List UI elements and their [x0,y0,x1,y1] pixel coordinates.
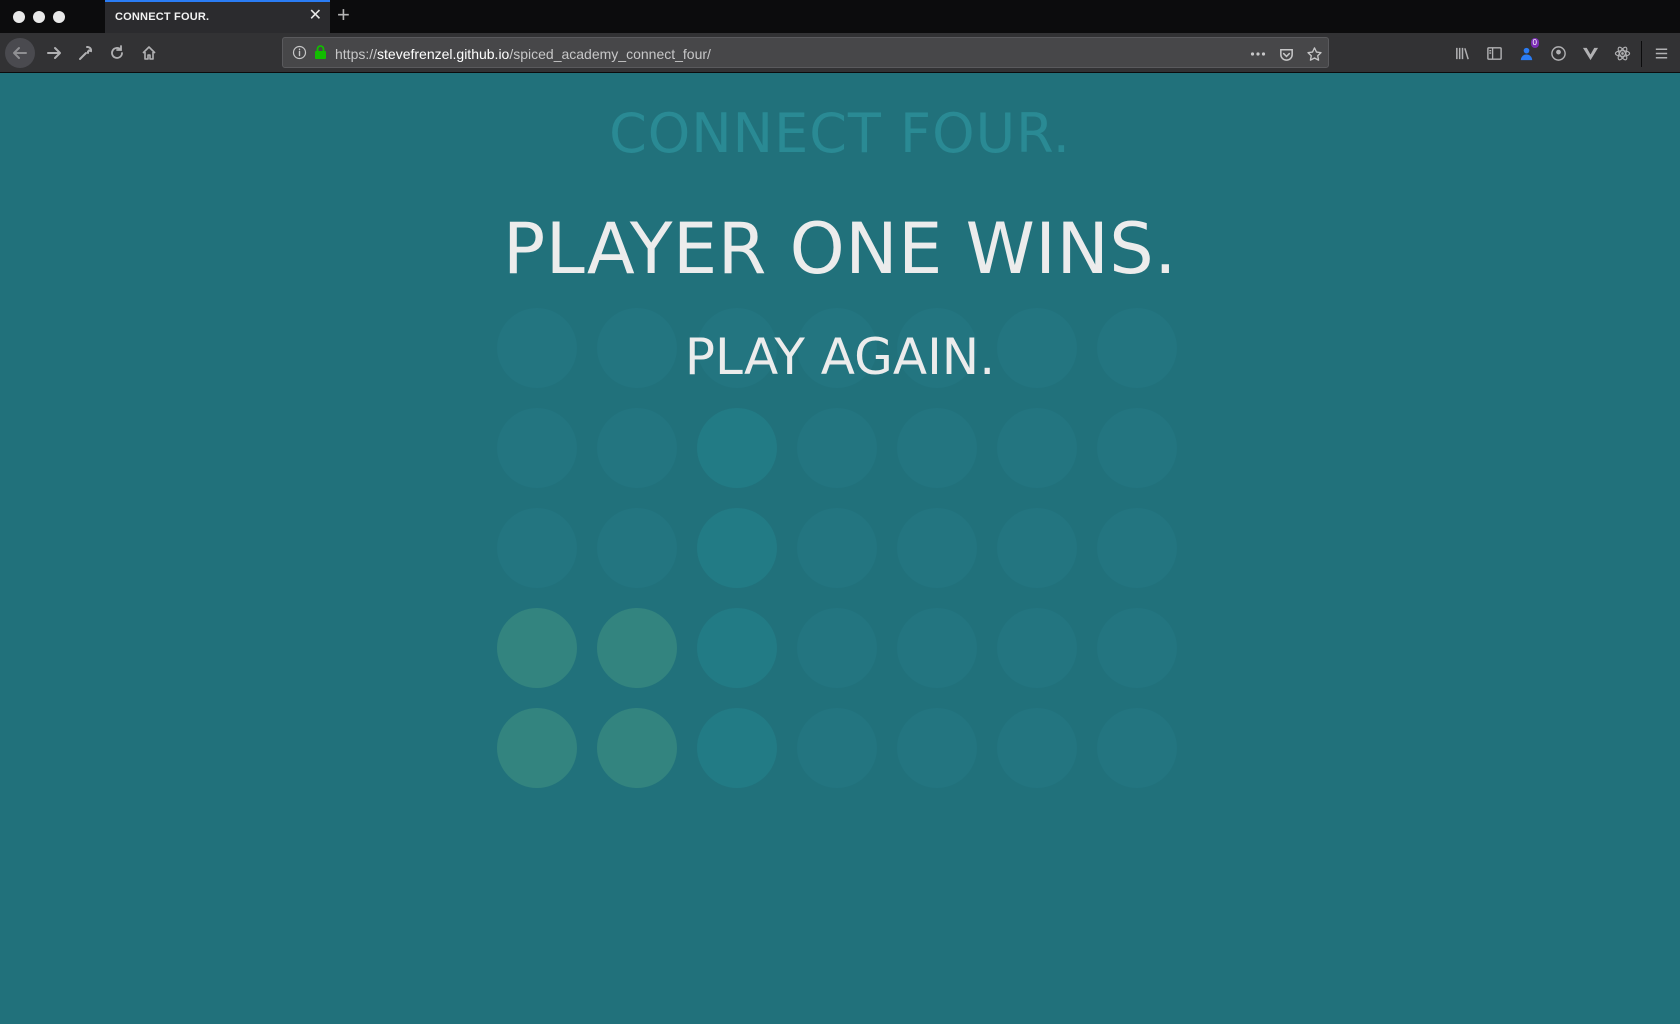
vue-icon [1582,47,1598,60]
board-slot-r3-c2[interactable] [597,508,677,588]
tab-connect-four[interactable]: CONNECT FOUR. ✕ [105,0,330,33]
board-slot-r2-c5[interactable] [897,408,977,488]
game-board [487,304,1187,867]
navigation-toolbar: https://stevefrenzel.github.io/spiced_ac… [0,33,1680,73]
extension-badge: 0 [1530,38,1539,48]
account-icon [1550,45,1566,61]
tab-title: CONNECT FOUR. [115,11,210,23]
pocket-icon [1279,48,1293,61]
customize-button[interactable] [71,39,99,67]
play-again-button[interactable]: PLAY AGAIN. [685,328,995,386]
sidebar-button[interactable] [1484,43,1504,63]
board-slot-r3-c3[interactable] [697,508,777,588]
board-slot-r4-c6[interactable] [997,608,1077,688]
maximize-window-button[interactable] [53,11,65,23]
board-slot-r5-c3[interactable] [697,708,777,788]
menu-button[interactable] [1651,43,1671,63]
toolbar-divider [1641,41,1642,67]
library-button[interactable] [1452,43,1472,63]
url-path: /spiced_academy_connect_four/ [509,46,711,62]
board-slot-r3-c1[interactable] [497,508,577,588]
board-slot-r5-c1[interactable] [497,708,577,788]
board-slot-r2-c6[interactable] [997,408,1077,488]
close-window-button[interactable] [13,11,25,23]
close-tab-icon[interactable]: ✕ [309,8,322,24]
board-slot-r5-c2[interactable] [597,708,677,788]
board-slot-r3-c5[interactable] [897,508,977,588]
board-slot-r4-c2[interactable] [597,608,677,688]
winner-message: PLAYER ONE WINS. [503,208,1177,290]
account-button[interactable] [1548,43,1568,63]
board-slot-r4-c3[interactable] [697,608,777,688]
board-slot-r3-c7[interactable] [1097,508,1177,588]
info-icon[interactable] [292,45,307,60]
library-icon [1455,47,1469,59]
vue-devtools-button[interactable] [1580,43,1600,63]
board-slot-r3-c4[interactable] [797,508,877,588]
bookmark-star-button[interactable] [1304,44,1324,64]
sidebar-icon [1486,46,1502,60]
reload-button[interactable] [103,39,131,67]
game-title: CONNECT FOUR. [609,102,1071,165]
board-slot-r4-c1[interactable] [497,608,577,688]
back-arrow-icon [13,47,27,59]
more-dots-icon [1250,52,1266,56]
forward-button[interactable] [40,39,68,67]
board-slot-r4-c4[interactable] [797,608,877,688]
board-slot-r4-c7[interactable] [1097,608,1177,688]
home-button[interactable] [135,39,163,67]
game-page: CONNECT FOUR. PLAYER ONE WINS. PLAY AGAI… [0,74,1680,1024]
back-button[interactable] [5,38,35,68]
page-actions-button[interactable] [1248,44,1268,64]
star-icon [1306,46,1322,61]
url-scheme: https:// [335,46,378,62]
forward-arrow-icon [47,47,61,59]
board-slot-r2-c1[interactable] [497,408,577,488]
board-slot-r2-c4[interactable] [797,408,877,488]
home-icon [142,46,156,60]
new-tab-button[interactable]: + [337,4,350,26]
board-slot-r2-c3[interactable] [697,408,777,488]
board-slot-r5-c5[interactable] [897,708,977,788]
url-text[interactable]: https://stevefrenzel.github.io/spiced_ac… [335,46,711,62]
board-slot-r3-c6[interactable] [997,508,1077,588]
react-devtools-button[interactable] [1612,43,1632,63]
wrench-icon [79,45,93,60]
board-slot-r2-c2[interactable] [597,408,677,488]
board-slot-r5-c6[interactable] [997,708,1077,788]
board-slot-r4-c5[interactable] [897,608,977,688]
url-host: stevefrenzel.github.io [377,46,510,62]
hamburger-menu-icon [1655,47,1667,59]
react-icon [1614,46,1630,60]
extension-button-badged[interactable]: 0 [1516,38,1539,63]
board-slot-r5-c7[interactable] [1097,708,1177,788]
address-bar[interactable]: https://stevefrenzel.github.io/spiced_ac… [282,37,1329,68]
minimize-window-button[interactable] [33,11,45,23]
lock-icon [315,45,326,59]
board-slot-r2-c7[interactable] [1097,408,1177,488]
tab-bar: CONNECT FOUR. ✕ + [0,0,1680,33]
pocket-button[interactable] [1276,44,1296,64]
board-slot-r5-c4[interactable] [797,708,877,788]
play-again-button-wrapper: PLAY AGAIN. [0,328,1680,386]
reload-icon [111,45,123,59]
